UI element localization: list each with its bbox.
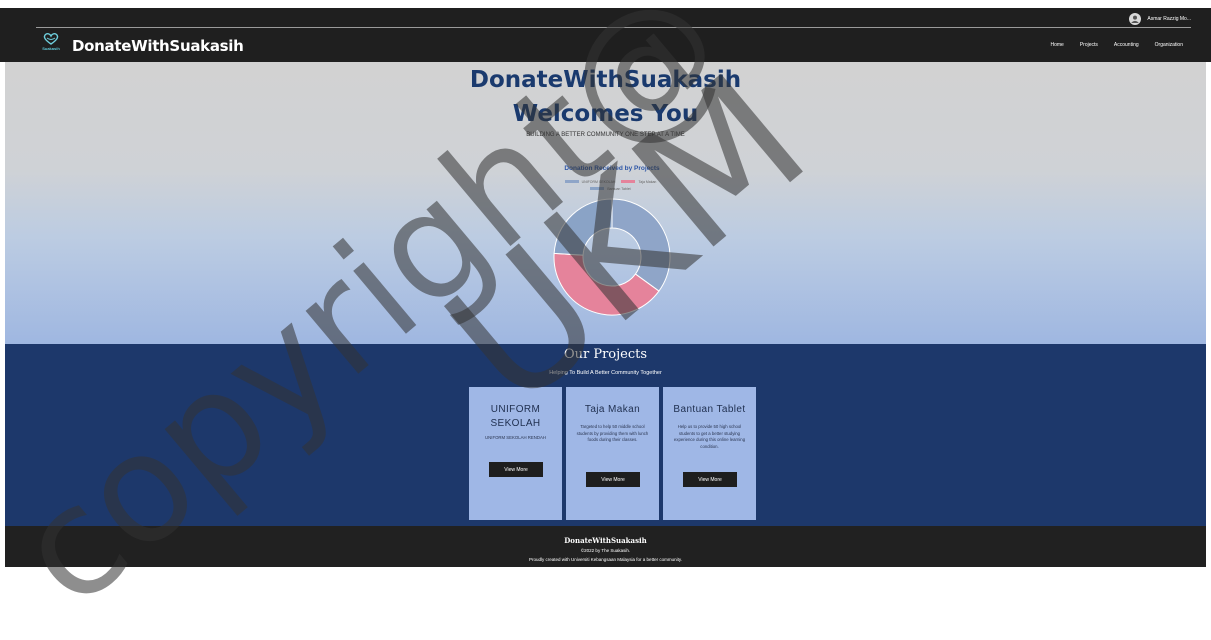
view-more-button-uniform[interactable]: View More	[489, 462, 543, 477]
nav-projects[interactable]: Projects	[1080, 42, 1098, 48]
footer-brand: DonateWithSuakasih	[564, 536, 647, 545]
donut-chart-svg	[553, 198, 671, 316]
project-card-taja-makan: Taja Makan Targeted to help 50 middle sc…	[566, 387, 659, 520]
user-account[interactable]: Asmar Razzig Mo...	[1129, 12, 1191, 26]
user-name[interactable]: Asmar Razzig Mo...	[1147, 16, 1191, 22]
site-header: Asmar Razzig Mo... Suakasih DonateWithSu…	[0, 8, 1211, 62]
nav-home[interactable]: Home	[1050, 42, 1063, 48]
card-title: Bantuan Tablet	[673, 404, 746, 415]
hero-title-line1: DonateWithSuakasih	[469, 67, 742, 93]
logo-caption: Suakasih	[42, 46, 60, 51]
card-title: UNIFORM SEKOLAH	[490, 404, 541, 429]
hero-title-line2: Welcomes You	[512, 101, 699, 127]
legend-label-2[interactable]: Bantuan Tablet	[607, 187, 630, 191]
legend-swatch-1	[621, 180, 636, 183]
chart-legend: UNIFORM SEKOLAH Taja Makan Bantuan Table…	[527, 178, 697, 192]
hero-tagline: BUILDING A BETTER COMMUNITY ONE STEP AT …	[526, 132, 685, 138]
card-title: Taja Makan	[584, 404, 641, 415]
projects-section: Our Projects Helping To Build A Better C…	[5, 344, 1206, 526]
avatar-icon[interactable]	[1129, 13, 1142, 25]
nav-organization[interactable]: Organization	[1155, 42, 1183, 48]
footer-copyright: ©2022 by The Suakasih.	[580, 548, 631, 553]
donation-chart: Donation Received by Projects UNIFORM SE…	[527, 162, 697, 342]
card-description: Help us to provide 50 high school studen…	[673, 424, 746, 449]
main-nav: Home Projects Accounting Organization	[1050, 42, 1183, 48]
card-description: UNIFORM SEKOLAH RENDAH	[485, 435, 546, 440]
nav-accounting[interactable]: Accounting	[1114, 42, 1139, 48]
chart-title: Donation Received by Projects	[564, 165, 660, 172]
view-more-button-taja-makan[interactable]: View More	[586, 472, 640, 487]
header-divider	[36, 27, 1191, 28]
footer-credit: Proudly created with Universiti Kebangsa…	[529, 557, 682, 562]
donut-slice-uniform-sekolah[interactable]	[611, 198, 671, 292]
brand-name[interactable]: DonateWithSuakasih	[72, 37, 244, 55]
top-strip	[0, 0, 1211, 8]
heart-hands-icon	[43, 33, 59, 45]
site-footer: DonateWithSuakasih ©2022 by The Suakasih…	[5, 526, 1206, 567]
legend-label-1[interactable]: Taja Makan	[638, 180, 656, 184]
donut-slice-bantuan-tablet[interactable]	[553, 198, 613, 256]
view-more-button-bantuan-tablet[interactable]: View More	[683, 472, 737, 487]
logo[interactable]: Suakasih	[38, 32, 64, 60]
projects-subtitle: Helping To Build A Better Community Toge…	[549, 370, 662, 376]
project-card-bantuan-tablet: Bantuan Tablet Help us to provide 50 hig…	[663, 387, 756, 520]
project-card-uniform: UNIFORM SEKOLAH UNIFORM SEKOLAH RENDAH V…	[469, 387, 562, 520]
projects-title: Our Projects	[563, 347, 648, 362]
legend-swatch-2	[590, 187, 605, 190]
card-description: Targeted to help 50 middle school studen…	[576, 424, 649, 442]
hero-section: DonateWithSuakasih Welcomes You BUILDING…	[5, 62, 1206, 344]
legend-label-0[interactable]: UNIFORM SEKOLAH	[582, 180, 616, 184]
legend-swatch-0	[564, 180, 579, 183]
